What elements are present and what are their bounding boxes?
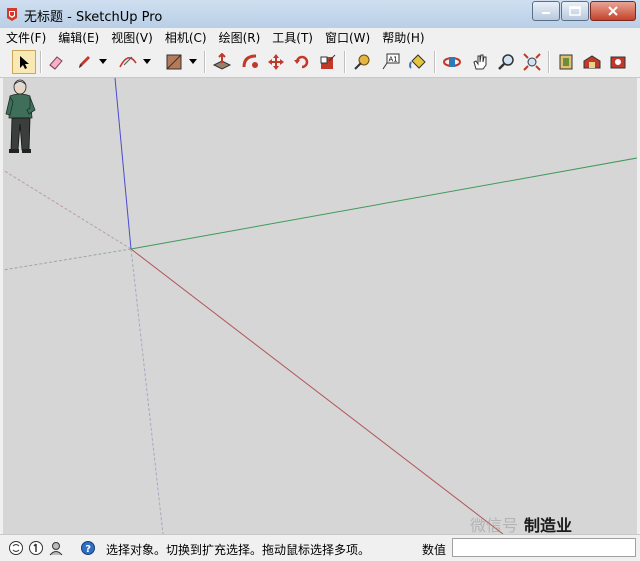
extension-icon xyxy=(610,56,626,69)
svg-text:A1: A1 xyxy=(389,56,398,64)
pencil-dropdown[interactable] xyxy=(98,50,108,74)
select-tool-button[interactable] xyxy=(12,50,36,74)
menu-view[interactable]: 视图(V) xyxy=(105,29,159,46)
zoom-extents-icon xyxy=(523,53,541,71)
orbit-icon xyxy=(443,57,461,67)
close-icon xyxy=(608,6,618,16)
rotate-tool-button[interactable] xyxy=(290,50,314,74)
zoom-tool-button[interactable] xyxy=(494,50,518,74)
geolocation-icon[interactable] xyxy=(8,540,24,556)
push-pull-icon xyxy=(212,53,232,70)
pencil-tool-button[interactable] xyxy=(72,50,96,74)
arc-dropdown[interactable] xyxy=(142,50,152,74)
menu-help[interactable]: 帮助(H) xyxy=(376,29,430,46)
text-label-icon: A1 xyxy=(382,53,400,70)
paint-bucket-icon xyxy=(409,54,426,69)
negative-green-axis xyxy=(3,248,132,271)
arc-icon xyxy=(119,56,137,68)
move-icon xyxy=(268,54,284,70)
user-account-icon[interactable] xyxy=(48,540,64,556)
red-axis xyxy=(130,248,504,534)
rectangle-icon xyxy=(166,54,182,70)
drawing-canvas[interactable] xyxy=(3,78,637,534)
push-pull-tool-button[interactable] xyxy=(210,50,234,74)
menu-bar: 文件(F) 编辑(E) 视图(V) 相机(C) 绘图(R) 工具(T) 窗口(W… xyxy=(0,28,640,47)
sketchup-logo-icon xyxy=(7,8,17,21)
dropdown-arrow-icon xyxy=(143,59,151,64)
main-toolbar: A1 xyxy=(0,47,640,78)
extension-warehouse-tool-button[interactable] xyxy=(606,50,630,74)
green-axis xyxy=(130,157,637,250)
menu-edit[interactable]: 编辑(E) xyxy=(52,29,105,46)
measurements-label: 数值 xyxy=(422,543,447,557)
zoom-extents-tool-button[interactable] xyxy=(520,50,544,74)
status-hint: 选择对象。切换到扩充选择。拖动鼠标选择多项。 xyxy=(106,543,371,557)
close-button[interactable] xyxy=(590,1,636,21)
svg-text:?: ? xyxy=(85,544,91,555)
sketchup-window: 无标题 - SketchUp Pro 文件(F) 编辑(E) 视图(V) 相机(… xyxy=(0,0,640,561)
menu-file[interactable]: 文件(F) xyxy=(0,29,52,46)
move-tool-button[interactable] xyxy=(264,50,288,74)
menu-camera[interactable]: 相机(C) xyxy=(159,29,213,46)
rotate-icon xyxy=(294,55,309,69)
tape-measure-icon xyxy=(354,54,370,70)
warehouse-icon xyxy=(583,55,601,69)
help-icon[interactable]: ? xyxy=(80,540,96,556)
text-tool-button[interactable]: A1 xyxy=(378,50,402,74)
negative-blue-axis xyxy=(130,248,164,534)
warehouse-tool-button[interactable] xyxy=(580,50,604,74)
component-book-icon xyxy=(559,54,573,70)
watermark: 微信号 制造业 xyxy=(470,512,572,536)
component-tool-button[interactable] xyxy=(554,50,578,74)
menu-tools[interactable]: 工具(T) xyxy=(266,29,319,46)
pencil-icon xyxy=(79,56,90,68)
pan-tool-button[interactable] xyxy=(468,50,492,74)
blue-axis xyxy=(114,78,132,250)
dropdown-arrow-icon xyxy=(189,59,197,64)
arc-tool-button[interactable] xyxy=(116,50,140,74)
scale-tool-button[interactable] xyxy=(316,50,340,74)
maximize-button[interactable] xyxy=(561,1,589,21)
rectangle-tool-button[interactable] xyxy=(162,50,186,74)
menu-window[interactable]: 窗口(W) xyxy=(319,29,376,46)
maximize-icon xyxy=(569,6,581,16)
magnifier-icon xyxy=(498,54,514,70)
window-title: 无标题 - SketchUp Pro xyxy=(24,10,163,25)
dropdown-arrow-icon xyxy=(99,59,107,64)
axes-layer xyxy=(3,78,637,534)
arrow-cursor-icon xyxy=(20,56,29,69)
watermark-right-text: 制造业 xyxy=(524,516,573,535)
negative-red-axis xyxy=(3,169,132,250)
follow-me-tool-button[interactable] xyxy=(238,50,262,74)
menu-draw[interactable]: 绘图(R) xyxy=(213,29,267,46)
minimize-button[interactable] xyxy=(532,1,560,21)
scale-icon xyxy=(320,54,336,69)
status-bar: ? 选择对象。切换到扩充选择。拖动鼠标选择多项。 数值 xyxy=(0,534,640,561)
eraser-tool-button[interactable] xyxy=(44,50,68,74)
person-model[interactable] xyxy=(3,78,39,154)
rectangle-dropdown[interactable] xyxy=(188,50,198,74)
orbit-tool-button[interactable] xyxy=(440,50,464,74)
measurements-input[interactable] xyxy=(452,538,636,557)
eraser-icon xyxy=(49,56,63,70)
watermark-left-text: 微信号 xyxy=(470,516,519,535)
follow-me-icon xyxy=(242,54,258,68)
title-bar: 无标题 - SketchUp Pro xyxy=(0,0,640,29)
tape-measure-tool-button[interactable] xyxy=(350,50,374,74)
window-controls xyxy=(531,1,636,21)
paint-bucket-tool-button[interactable] xyxy=(406,50,430,74)
credits-icon[interactable] xyxy=(28,540,44,556)
minimize-icon xyxy=(542,12,550,14)
hand-icon xyxy=(473,54,487,70)
